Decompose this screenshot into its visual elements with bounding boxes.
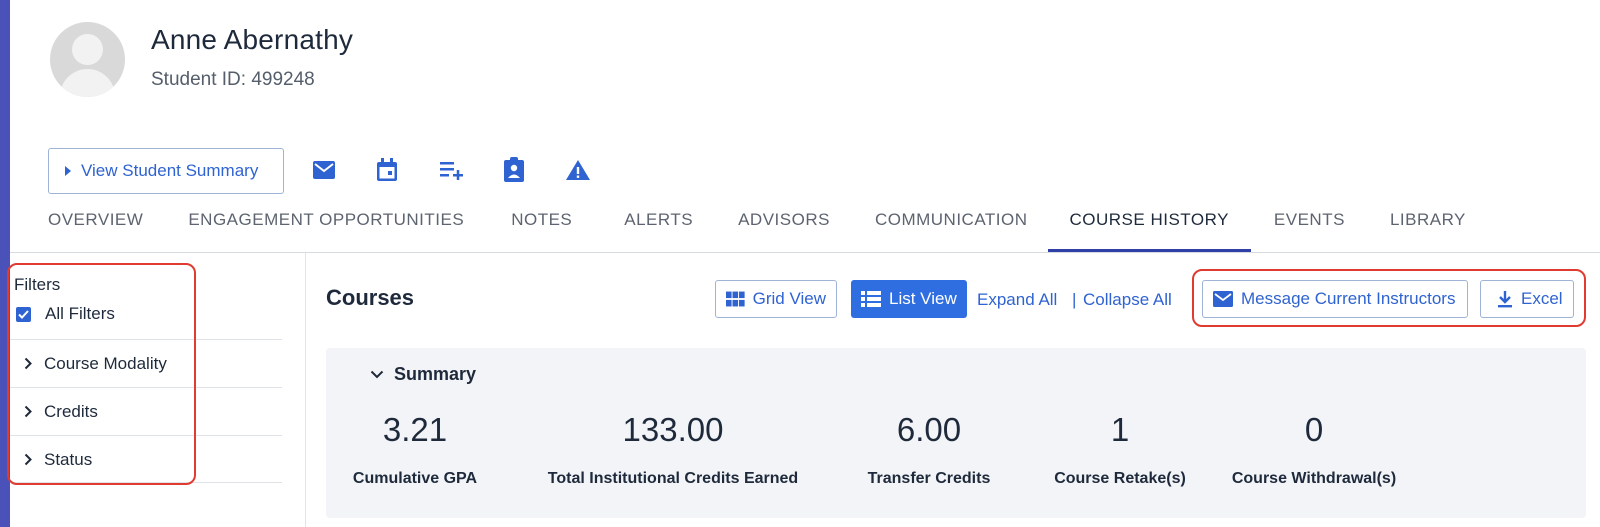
stat-cumulative-gpa: 3.21 Cumulative GPA [353, 408, 477, 488]
download-icon [1498, 291, 1512, 308]
list-view-icon [861, 291, 881, 307]
link-separator: | [1072, 290, 1077, 309]
calendar-icon[interactable] [373, 156, 401, 184]
stat-value: 6.00 [896, 411, 962, 448]
filter-group-credits[interactable]: Credits [10, 387, 282, 435]
stat-value: 1 [1110, 411, 1130, 448]
avatar-head-shape [72, 34, 103, 65]
filter-group-label: Status [44, 449, 93, 469]
stat-transfer-credits: 6.00 Transfer Credits [868, 408, 991, 488]
sidebar-divider [305, 253, 306, 527]
student-id: Student ID: 499248 [151, 69, 315, 90]
grid-view-button[interactable]: Grid View [715, 280, 837, 318]
all-filters-label: All Filters [45, 304, 115, 323]
warning-icon[interactable] [564, 156, 592, 184]
filter-group-label: Credits [44, 401, 98, 421]
mail-icon[interactable] [310, 156, 338, 184]
tab-course-history[interactable]: COURSE HISTORY [1047, 200, 1252, 252]
summary-panel: Summary 3.21 Cumulative GPA 133.00 Total… [326, 348, 1586, 518]
chevron-down-icon [370, 370, 384, 379]
stat-label: Transfer Credits [867, 470, 991, 487]
stat-value: 133.00 [622, 411, 724, 448]
filter-group-status[interactable]: Status [10, 435, 282, 483]
courses-title: Courses [326, 285, 415, 310]
left-accent-rail [0, 0, 10, 527]
grid-view-icon [726, 291, 745, 307]
tab-communication[interactable]: COMMUNICATION [875, 200, 1028, 252]
playlist-add-icon[interactable] [438, 156, 466, 184]
chevron-right-icon [24, 453, 32, 466]
mail-icon [1213, 291, 1233, 307]
stat-value: 3.21 [382, 411, 448, 448]
message-current-instructors-label: Message Current Instructors [1241, 289, 1456, 308]
excel-export-button[interactable]: Excel [1480, 280, 1574, 318]
excel-label: Excel [1521, 289, 1563, 308]
tab-engagement-opportunities[interactable]: ENGAGEMENT OPPORTUNITIES [188, 200, 464, 252]
checkbox-checked-icon [16, 306, 31, 322]
tab-events[interactable]: EVENTS [1274, 200, 1345, 252]
stat-total-institutional-credits: 133.00 Total Institutional Credits Earne… [548, 408, 798, 488]
caret-right-icon [65, 166, 71, 176]
tab-overview[interactable]: OVERVIEW [48, 200, 143, 252]
tab-advisors[interactable]: ADVISORS [738, 200, 830, 252]
all-filters-checkbox[interactable]: All Filters [16, 304, 115, 324]
filter-group-course-modality[interactable]: Course Modality [10, 339, 282, 387]
tab-alerts[interactable]: ALERTS [624, 200, 693, 252]
view-student-summary-button[interactable]: View Student Summary [48, 148, 284, 194]
collapse-all-link[interactable]: Collapse All [1083, 290, 1172, 310]
list-view-label: List View [889, 289, 957, 308]
chevron-right-icon [24, 357, 32, 370]
stat-course-withdrawals: 0 Course Withdrawal(s) [1232, 408, 1396, 488]
chevron-right-icon [24, 405, 32, 418]
student-name: Anne Abernathy [151, 24, 354, 55]
tabs-divider [10, 252, 1600, 253]
tab-library[interactable]: LIBRARY [1390, 200, 1466, 252]
stat-label: Cumulative GPA [352, 470, 478, 487]
tab-bar: OVERVIEW ENGAGEMENT OPPORTUNITIES NOTES … [48, 200, 1466, 252]
tab-notes[interactable]: NOTES [511, 200, 572, 252]
assignment-ind-icon[interactable] [500, 156, 528, 184]
filter-bottom-divider [10, 482, 282, 483]
message-current-instructors-button[interactable]: Message Current Instructors [1202, 280, 1468, 318]
grid-view-label: Grid View [752, 289, 826, 308]
summary-toggle[interactable]: Summary [370, 364, 476, 385]
stat-course-retakes: 1 Course Retake(s) [1054, 408, 1186, 488]
avatar [50, 22, 125, 97]
list-view-button[interactable]: List View [851, 280, 967, 318]
avatar-body-shape [60, 69, 115, 97]
summary-label: Summary [394, 364, 477, 384]
stat-label: Course Withdrawal(s) [1231, 470, 1397, 487]
view-student-summary-label: View Student Summary [81, 161, 259, 180]
expand-all-link[interactable]: Expand All [977, 290, 1057, 310]
filter-group-label: Course Modality [44, 353, 167, 373]
stat-label: Course Retake(s) [1054, 470, 1186, 487]
stat-label: Total Institutional Credits Earned [547, 470, 799, 487]
filters-title: Filters [14, 275, 61, 294]
stat-value: 0 [1304, 411, 1324, 448]
